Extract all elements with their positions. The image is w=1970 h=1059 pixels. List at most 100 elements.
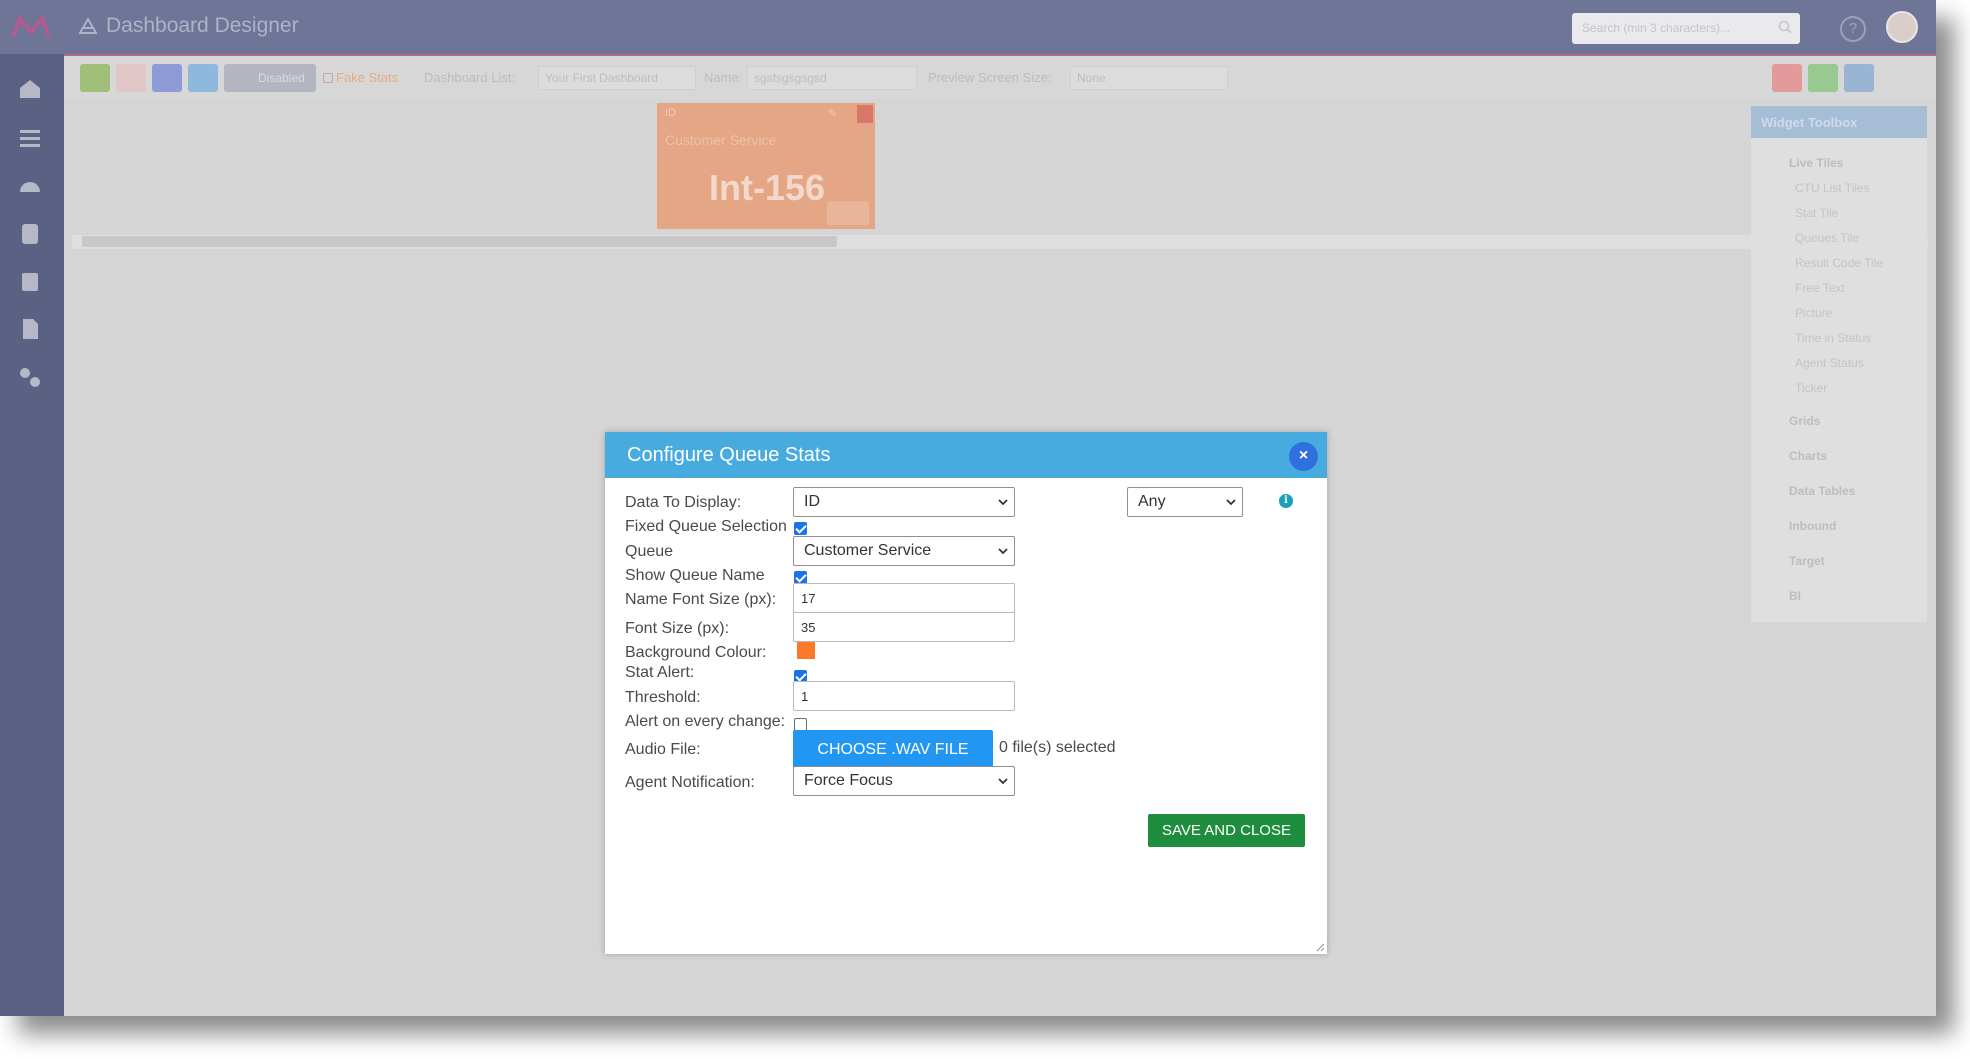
- chevron-down-icon: [998, 548, 1008, 555]
- agent-notification-select[interactable]: Force Focus: [793, 766, 1015, 796]
- copy-dashboard-button[interactable]: [188, 64, 218, 92]
- search-icon[interactable]: [1778, 20, 1792, 34]
- queue-value: Customer Service: [804, 542, 932, 559]
- save-and-close-button[interactable]: SAVE AND CLOSE: [1148, 814, 1305, 847]
- toolbox-group[interactable]: Data Tables: [1789, 484, 1855, 498]
- toolbox-item[interactable]: Picture: [1795, 306, 1832, 320]
- chevron-down-icon: [998, 499, 1008, 506]
- tile-id-label: ID: [665, 107, 676, 119]
- excel-export-button[interactable]: [1808, 64, 1838, 92]
- any-select[interactable]: Any: [1127, 487, 1243, 517]
- queue-label: Queue: [625, 543, 674, 560]
- toolbox-item[interactable]: Result Code Tile: [1795, 256, 1883, 270]
- tile-close-icon[interactable]: [857, 105, 873, 123]
- tile-edit-icon[interactable]: ✎: [828, 107, 837, 120]
- toolbox-item[interactable]: Agent Status: [1795, 356, 1864, 370]
- toolbox-group[interactable]: Inbound: [1789, 519, 1836, 533]
- dashboard-list-label: Dashboard List:: [424, 70, 516, 85]
- toolbox-group[interactable]: Charts: [1789, 449, 1827, 463]
- help-icon[interactable]: ?: [1840, 16, 1866, 42]
- tile-value: Int-156: [709, 167, 826, 208]
- app-title-group: Dashboard Designer: [78, 14, 299, 38]
- disabled-button[interactable]: Disabled: [224, 64, 316, 92]
- integrations-icon[interactable]: [17, 364, 43, 390]
- audio-file-label: Audio File:: [625, 741, 701, 758]
- data-to-display-select[interactable]: ID: [793, 487, 1015, 517]
- sidebar: [0, 54, 64, 1016]
- document-icon[interactable]: [17, 316, 43, 342]
- search-placeholder: Search (min 3 characters)...: [1582, 21, 1731, 35]
- widget-toolbox: Widget Toolbox Live Tiles CTU List Tiles…: [1751, 106, 1927, 622]
- fake-stats-checkbox[interactable]: [323, 73, 333, 83]
- toolbox-item[interactable]: Time in Status: [1795, 331, 1871, 345]
- reports-icon[interactable]: [17, 268, 43, 294]
- pdf-export-button[interactable]: [1772, 64, 1802, 92]
- font-size-input[interactable]: 35: [793, 612, 1015, 642]
- alert-every-change-label: Alert on every change:: [625, 713, 786, 730]
- toolbox-group[interactable]: BI: [1789, 589, 1801, 603]
- dashboard-list-select[interactable]: Your First Dashboard: [538, 66, 696, 90]
- designer-toolbar: Disabled Fake Stats Dashboard List: Your…: [64, 54, 1936, 99]
- app-title: Dashboard Designer: [106, 14, 299, 37]
- fixed-queue-checkbox[interactable]: [794, 522, 807, 535]
- dialog-title: Configure Queue Stats: [627, 444, 831, 466]
- agent-notification-label: Agent Notification:: [625, 774, 755, 791]
- agent-notification-value: Force Focus: [804, 772, 893, 789]
- layout-button[interactable]: [1844, 64, 1874, 92]
- dialog-header: Configure Queue Stats ×: [605, 432, 1327, 478]
- preview-size-select[interactable]: None: [1070, 66, 1228, 90]
- background-colour-swatch[interactable]: [797, 642, 815, 659]
- tile-badge: [827, 201, 869, 225]
- chevron-down-icon: [1226, 499, 1236, 506]
- configure-queue-stats-dialog: Configure Queue Stats × Data To Display:…: [605, 432, 1327, 954]
- stat-alert-label: Stat Alert:: [625, 664, 695, 681]
- app-window: Dashboard Designer Search (min 3 charact…: [0, 0, 1936, 1016]
- close-icon[interactable]: ×: [1289, 442, 1318, 471]
- threshold-input[interactable]: 1: [793, 681, 1015, 711]
- database-icon[interactable]: [17, 221, 43, 247]
- user-avatar[interactable]: [1886, 11, 1918, 43]
- toolbox-item[interactable]: Ticker: [1795, 381, 1827, 395]
- queue-select[interactable]: Customer Service: [793, 536, 1015, 566]
- toolbox-item[interactable]: Free Text: [1795, 281, 1845, 295]
- delete-button[interactable]: [116, 64, 146, 92]
- queue-stat-tile[interactable]: ID ✎ Customer Service Int-156: [657, 103, 875, 229]
- resize-handle-icon[interactable]: [1315, 942, 1325, 952]
- toolbox-item[interactable]: Queues Tile: [1795, 231, 1859, 245]
- dashboard-gauge-icon[interactable]: [17, 173, 43, 199]
- fixed-queue-label: Fixed Queue Selection: [625, 518, 787, 535]
- search-input[interactable]: Search (min 3 characters)...: [1572, 13, 1800, 44]
- top-bar: Dashboard Designer Search (min 3 charact…: [0, 0, 1936, 54]
- toolbox-group-live-tiles[interactable]: Live Tiles: [1789, 156, 1843, 170]
- new-dashboard-button[interactable]: [152, 64, 182, 92]
- files-selected-text: 0 file(s) selected: [999, 739, 1116, 756]
- fake-stats-label: Fake Stats: [336, 70, 399, 85]
- choose-wav-file-button[interactable]: CHOOSE .WAV FILE: [793, 730, 993, 770]
- show-queue-name-label: Show Queue Name: [625, 567, 765, 584]
- dashboard-name-input[interactable]: sgsfsgsgsgsd: [747, 66, 917, 90]
- toolbox-group[interactable]: Target: [1789, 554, 1825, 568]
- toolbox-group[interactable]: Grids: [1789, 414, 1820, 428]
- threshold-label: Threshold:: [625, 689, 701, 706]
- toolbox-item[interactable]: CTU List Tiles: [1795, 181, 1870, 195]
- dashboard-designer-icon: [78, 16, 98, 34]
- name-label: Name:: [704, 70, 743, 85]
- name-font-size-label: Name Font Size (px):: [625, 591, 777, 608]
- data-to-display-value: ID: [804, 493, 820, 510]
- info-icon[interactable]: i: [1279, 494, 1293, 508]
- background-colour-label: Background Colour:: [625, 644, 767, 661]
- scrollbar-thumb[interactable]: [82, 236, 837, 247]
- name-font-size-input[interactable]: 17: [793, 583, 1015, 613]
- font-size-label: Font Size (px):: [625, 620, 730, 637]
- widget-toolbox-title[interactable]: Widget Toolbox: [1751, 106, 1927, 138]
- toolbox-item[interactable]: Stat Tile: [1795, 206, 1838, 220]
- home-icon[interactable]: [17, 76, 43, 102]
- tile-title: Customer Service: [665, 132, 777, 148]
- settings-sliders-icon[interactable]: [17, 125, 43, 151]
- add-widget-button[interactable]: [80, 64, 110, 92]
- preview-size-label: Preview Screen Size:: [928, 70, 1052, 85]
- app-logo-icon[interactable]: [10, 10, 52, 44]
- data-to-display-label: Data To Display:: [625, 494, 742, 511]
- any-value: Any: [1138, 493, 1166, 510]
- chevron-down-icon: [998, 778, 1008, 785]
